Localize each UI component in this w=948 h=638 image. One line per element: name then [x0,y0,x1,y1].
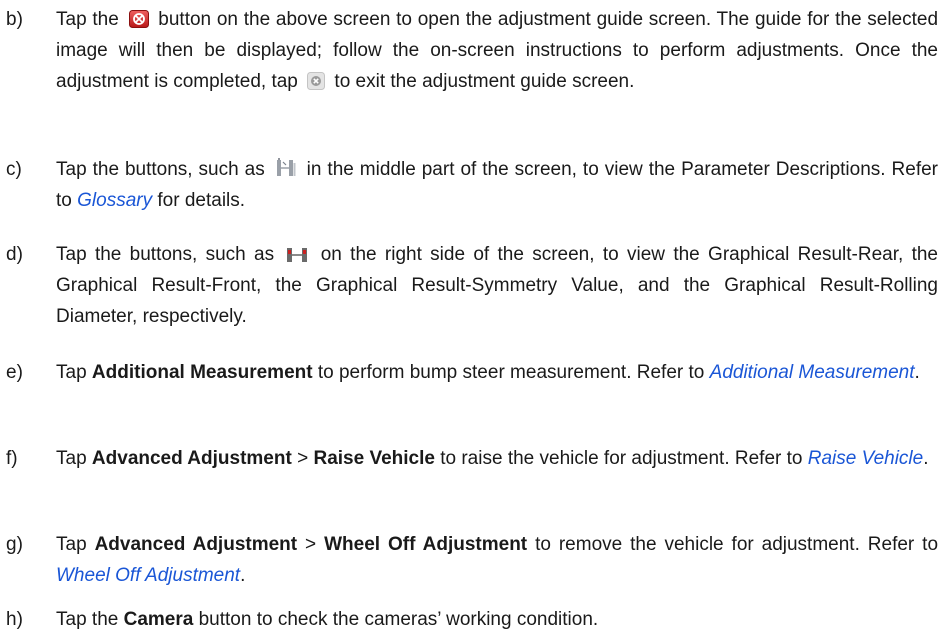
list-item-text: Tap Advanced Adjustment > Wheel Off Adju… [56,534,939,586]
red-adjust-guide-icon [128,10,149,28]
list-item-text: Tap the button on the above screen to op… [56,9,939,92]
list-marker: f) [6,448,18,469]
list-marker: c) [6,159,22,180]
list-item-text: Tap the buttons, such as on the right si… [56,244,938,327]
list-marker: g) [6,534,23,555]
list-marker: e) [6,362,23,383]
glossary-link[interactable]: Glossary [77,190,152,211]
list-item-text: Tap Advanced Adjustment > Raise Vehicle … [56,448,929,469]
raise-vehicle-link[interactable]: Raise Vehicle [808,448,923,469]
list-marker: b) [6,9,23,30]
list-item-text: Tap the buttons, such as in the middle p… [56,158,938,211]
list-item-text: Tap Additional Measurement to perform bu… [56,362,920,383]
parameter-wheel-icon [275,158,297,178]
list-item-text: Tap the Camera button to check the camer… [56,609,599,630]
graph-axle-icon [286,247,308,263]
list-marker: d) [6,244,23,265]
wheel-off-adjustment-link[interactable]: Wheel Off Adjustment [56,565,240,586]
close-x-icon [307,72,326,90]
list-marker: h) [6,609,23,630]
additional-measurement-link[interactable]: Additional Measurement [710,362,915,383]
